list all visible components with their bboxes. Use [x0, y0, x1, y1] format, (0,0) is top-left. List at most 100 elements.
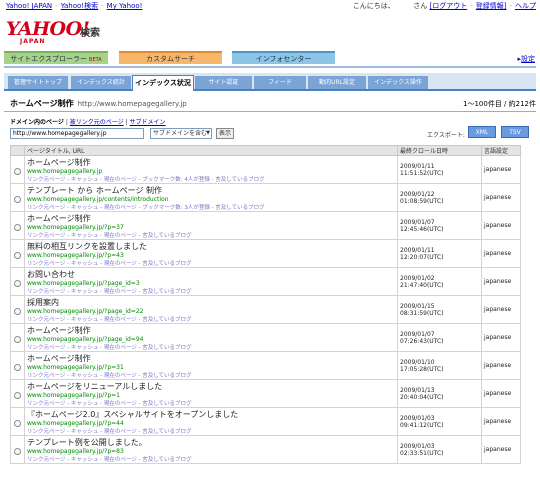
settings-link[interactable]: ▸設定: [517, 54, 535, 64]
top-right-user: こんにちは、 さん [ログアウト - 登録情報] - ヘルプ: [352, 2, 536, 10]
result-count: 1〜100件目 / 約212件: [463, 100, 536, 108]
row-page-url[interactable]: www.homepagegallery.jp/?p=43: [27, 252, 395, 259]
row-page-links[interactable]: リンク元ページ - キャッシュ - 現在のページ - 言及しているブログ: [27, 455, 395, 463]
row-select-cell: [10, 407, 25, 436]
row-crawl-date: 2009/01/12 01:08:59(UTC): [397, 183, 482, 212]
row-page-url[interactable]: www.homepagegallery.jp/?p=31: [27, 364, 395, 371]
row-page-title: ホームページ制作: [27, 354, 91, 363]
tab-managed-site-top[interactable]: 管理サイトトップ: [8, 76, 68, 89]
row-page-url[interactable]: www.homepagegallery.jp/?page_id=94: [27, 336, 395, 343]
top-links-bar: Yahoo! JAPAN - Yahoo!検索 - My Yahoo! こんにちは、 さ…: [0, 0, 540, 12]
row-crawl-date: 2009/01/11 12:20:07(UTC): [397, 239, 482, 268]
yahoo-search-link[interactable]: Yahoo!検索: [61, 2, 98, 10]
table-row: ホームページ制作 www.homepagegallery.jp/?page_id=…: [10, 323, 521, 352]
table-row: ホームページ制作 www.homepagegallery.jp/?p=31 リンク元…: [10, 351, 521, 380]
row-page-url[interactable]: www.homepagegallery.jp/?page_id=22: [27, 308, 395, 315]
row-crawl-date: 2009/01/02 21:47:40(UTC): [397, 267, 482, 296]
row-language: japanese: [481, 211, 521, 240]
header-title-url: ページタイトル, URL: [24, 145, 398, 156]
registration-info-link[interactable]: 登録情報]: [476, 2, 507, 10]
filter-subdomain[interactable]: サブドメイン: [130, 119, 166, 126]
row-language: japanese: [481, 295, 521, 324]
row-radio-button[interactable]: [14, 363, 21, 371]
url-input[interactable]: [10, 128, 144, 139]
logout-link[interactable]: [ログアウト: [429, 2, 467, 10]
row-select-cell: [10, 239, 25, 268]
tab-index-status[interactable]: インデックス状況: [132, 75, 194, 91]
row-page-url[interactable]: www.homepagegallery.jp/contents/introduc…: [27, 196, 395, 203]
row-page-title: ホームページ制作: [27, 326, 91, 335]
row-radio-button[interactable]: [14, 223, 21, 231]
row-page-links[interactable]: リンク元ページ - キャッシュ - 現在のページ - 言及しているブログ: [27, 427, 395, 435]
row-page-url[interactable]: www.homepagegallery.jp: [27, 168, 395, 175]
row-page-url[interactable]: www.homepagegallery.jp/?page_id=3: [27, 280, 395, 287]
row-radio-button[interactable]: [14, 391, 21, 399]
row-page-url[interactable]: www.homepagegallery.jp/?p=37: [27, 224, 395, 231]
row-radio-button[interactable]: [14, 447, 21, 455]
filter-backlink-pages[interactable]: 被リンク元のページ: [70, 119, 124, 126]
show-button[interactable]: 表示: [216, 128, 234, 139]
table-row: ホームページ制作 www.homepagegallery.jp/?p=37 リンク元…: [10, 211, 521, 240]
row-radio-button[interactable]: [14, 335, 21, 343]
sub-tab-bar: 管理サイトトップ インデックス統計 インデックス状況 サイト認証 フィード 動的…: [4, 73, 536, 91]
row-page-links[interactable]: リンク元ページ - キャッシュ - 現在のページ - 言及しているブログ: [27, 315, 395, 323]
row-page-title: 無料の相互リンクを設置しました: [27, 242, 147, 251]
row-radio-button[interactable]: [14, 279, 21, 287]
table-row: 『ホームページ2.0』スペシャルサイトをオープンしました www.homepage…: [10, 407, 521, 436]
table-row: ホームページをリニューアルしました www.homepagegallery.jp/…: [10, 379, 521, 408]
tab-index-stats[interactable]: インデックス統計: [71, 76, 131, 89]
row-page-links[interactable]: リンク元ページ - キャッシュ - 現在のページ - 言及しているブログ: [27, 231, 395, 239]
table-row: ホームページ制作 www.homepagegallery.jp リンク元ページ - …: [10, 155, 521, 184]
row-title-cell: ホームページ制作 www.homepagegallery.jp/?p=31 リンク元…: [24, 351, 398, 380]
row-page-links[interactable]: リンク元ページ - キャッシュ - 現在のページ - ブックマーク数: 4人が登…: [27, 175, 395, 183]
subdomain-select[interactable]: サブドメインを含む ▼: [150, 128, 212, 139]
row-language: japanese: [481, 407, 521, 436]
tab-feed[interactable]: フィード: [254, 76, 306, 89]
tab-dynamic-url[interactable]: 動的URL設定: [308, 76, 366, 89]
row-title-cell: ホームページ制作 www.homepagegallery.jp/?p=37 リンク元…: [24, 211, 398, 240]
row-page-url[interactable]: www.homepagegallery.jp/?p=1: [27, 392, 395, 399]
export-xml-button[interactable]: XML: [468, 126, 496, 138]
row-page-title: 『ホームページ2.0』スペシャルサイトをオープンしました: [27, 410, 239, 419]
header-select: [10, 145, 25, 156]
row-language: japanese: [481, 323, 521, 352]
yahoo-logo-text: YAHOO!: [6, 18, 90, 40]
export-tsv-button[interactable]: TSV: [501, 126, 529, 138]
yahoo-logo[interactable]: YAHOO! JAPAN 検索: [6, 18, 100, 46]
row-radio-button[interactable]: [14, 307, 21, 315]
my-yahoo-link[interactable]: My Yahoo!: [107, 2, 143, 10]
tab-site-auth[interactable]: サイト認証: [195, 76, 252, 89]
row-radio-button[interactable]: [14, 419, 21, 427]
row-radio-button[interactable]: [14, 251, 21, 259]
row-radio-button[interactable]: [14, 167, 21, 175]
row-crawl-date: 2009/01/07 12:45:46(UTC): [397, 211, 482, 240]
row-radio-button[interactable]: [14, 195, 21, 203]
row-page-links[interactable]: リンク元ページ - キャッシュ - 現在のページ - 言及しているブログ: [27, 287, 395, 295]
row-language: japanese: [481, 183, 521, 212]
row-page-links[interactable]: リンク元ページ - キャッシュ - 現在のページ - 言及しているブログ: [27, 343, 395, 351]
row-crawl-date: 2009/01/03 09:41:12(UTC): [397, 407, 482, 436]
help-link[interactable]: ヘルプ: [515, 2, 536, 10]
table-row: お問い合わせ www.homepagegallery.jp/?page_id=3 リ…: [10, 267, 521, 296]
row-select-cell: [10, 295, 25, 324]
tab-index-operations[interactable]: インデックス操作: [368, 76, 428, 89]
site-title: ホームページ制作: [10, 99, 74, 108]
tab-custom-search[interactable]: カスタムサーチ: [119, 51, 222, 64]
row-title-cell: テンプレート から ホームページ 制作 www.homepagegallery.j…: [24, 183, 398, 212]
row-page-url[interactable]: www.homepagegallery.jp/?p=44: [27, 420, 395, 427]
beta-badge: BETA: [89, 57, 102, 63]
row-page-title: ホームページ制作: [27, 214, 91, 223]
row-page-links[interactable]: リンク元ページ - キャッシュ - 現在のページ - 言及しているブログ: [27, 371, 395, 379]
row-page-url[interactable]: www.homepagegallery.jp/?p=83: [27, 448, 395, 455]
yahoo-japan-link[interactable]: Yahoo! JAPAN: [6, 2, 52, 10]
row-page-links[interactable]: リンク元ページ - キャッシュ - 現在のページ - ブックマーク数: 3人が登…: [27, 203, 395, 211]
row-page-links[interactable]: リンク元ページ - キャッシュ - 現在のページ - 言及しているブログ: [27, 399, 395, 407]
row-crawl-date: 2009/01/03 02:33:51(UTC): [397, 435, 482, 464]
row-page-links[interactable]: リンク元ページ - キャッシュ - 現在のページ - 言及しているブログ: [27, 259, 395, 267]
tab-info-center[interactable]: インフォセンター: [232, 51, 335, 64]
tab-site-explorer[interactable]: サイトエクスプローラー BETA: [4, 51, 108, 64]
row-language: japanese: [481, 379, 521, 408]
row-language: japanese: [481, 435, 521, 464]
row-select-cell: [10, 379, 25, 408]
row-language: japanese: [481, 155, 521, 184]
